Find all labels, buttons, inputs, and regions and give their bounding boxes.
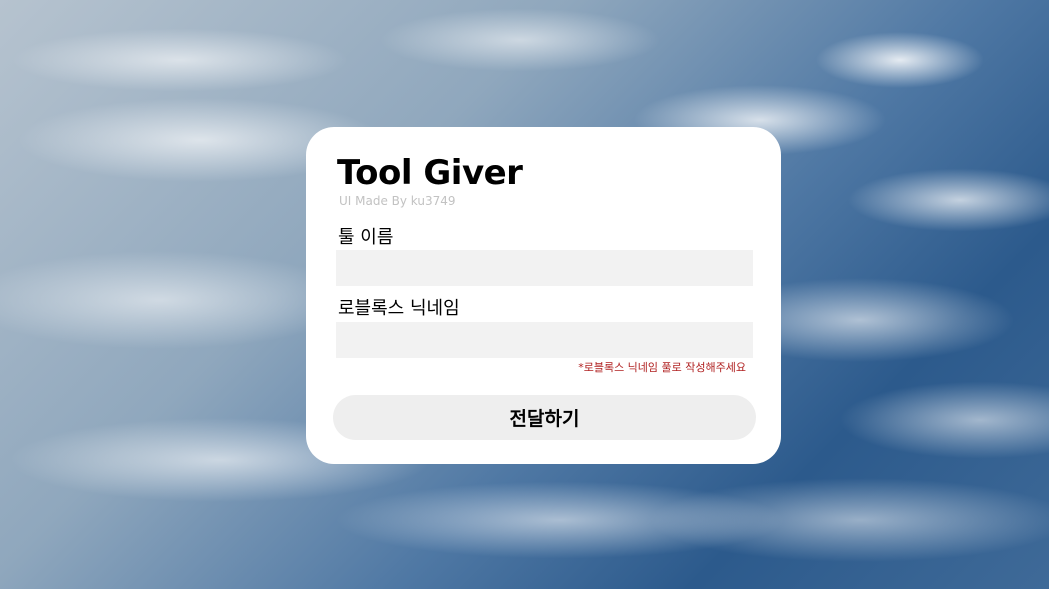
tool-name-input[interactable] bbox=[336, 250, 753, 286]
page-title: Tool Giver bbox=[337, 153, 523, 193]
roblox-nickname-input[interactable] bbox=[336, 322, 753, 358]
submit-button[interactable]: 전달하기 bbox=[333, 395, 756, 440]
nickname-hint: *로블록스 닉네임 풀로 작성해주세요 bbox=[578, 361, 746, 374]
credit-subtitle: UI Made By ku3749 bbox=[339, 194, 456, 208]
tool-giver-card: Tool Giver UI Made By ku3749 툴 이름 로블록스 닉… bbox=[306, 127, 781, 464]
tool-name-label: 툴 이름 bbox=[338, 227, 394, 248]
roblox-nickname-label: 로블록스 닉네임 bbox=[338, 298, 460, 319]
